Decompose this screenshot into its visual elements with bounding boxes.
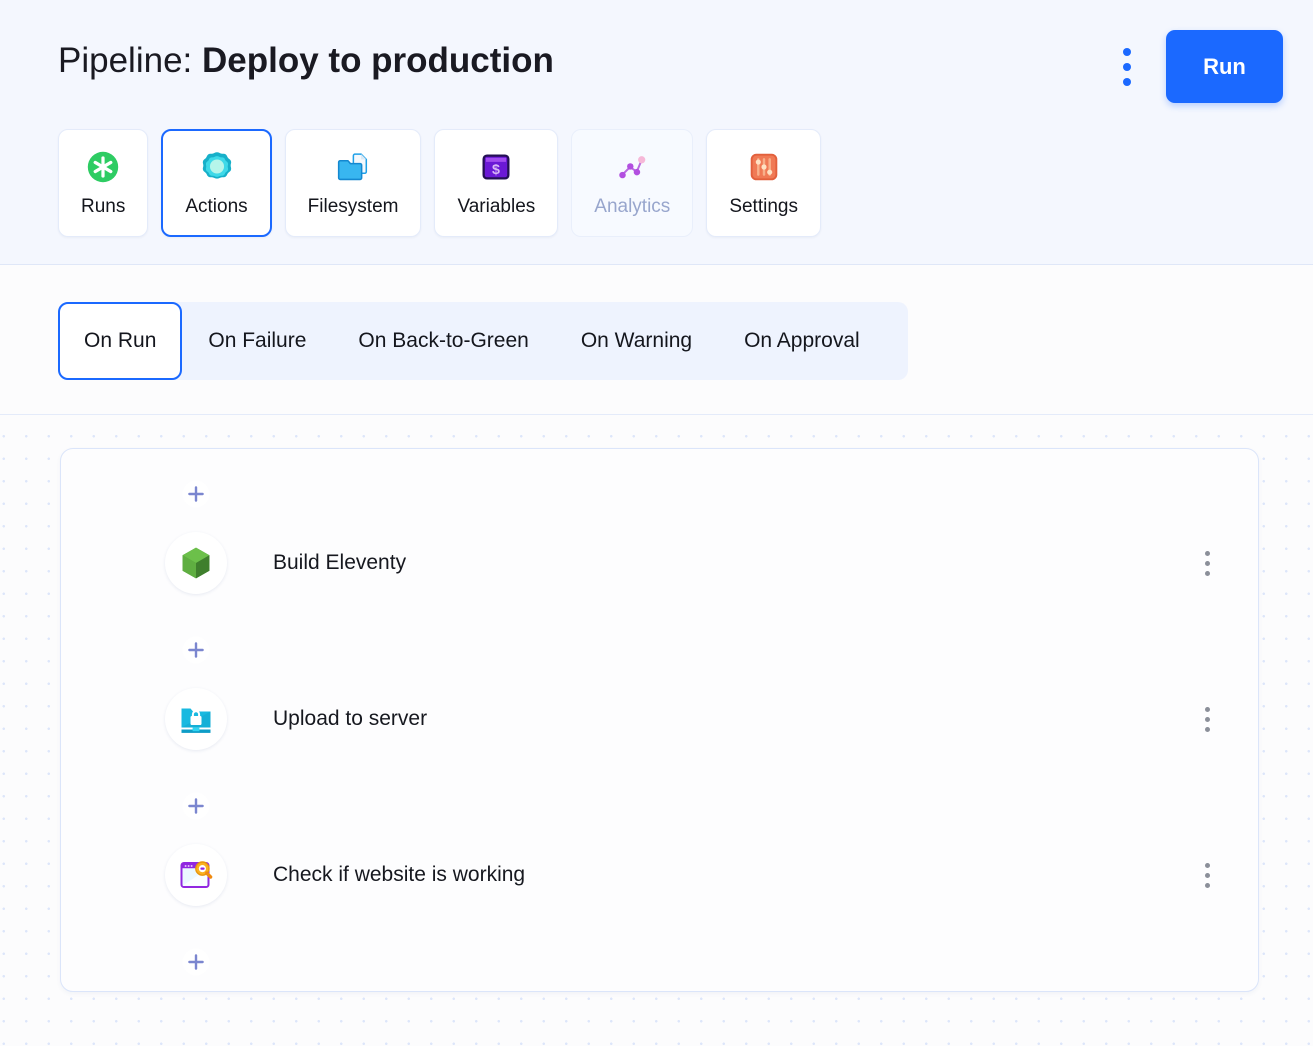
analytics-graph-icon [613,148,651,186]
add-action-button-2[interactable] [169,779,223,833]
action-row-upload-to-server[interactable]: Upload to server [61,676,1258,762]
tab-on-back-to-green[interactable]: On Back-to-Green [332,302,554,380]
nav-card-runs[interactable]: Runs [58,129,148,237]
kebab-dot [1205,571,1210,576]
kebab-dot [1205,727,1210,732]
nav-card-label: Settings [729,196,798,218]
sliders-icon [745,148,783,186]
kebab-dot [1123,48,1131,56]
kebab-dot [1205,717,1210,722]
add-action-button-top[interactable] [169,467,223,521]
action-node-gear [153,832,239,918]
website-check-magnifier-icon [176,855,216,895]
action-title: Check if website is working [273,863,525,887]
nav-card-variables[interactable]: $ Variables [434,129,558,237]
page-header: Pipeline: Deploy to production Run [0,0,1313,265]
folder-file-icon [334,148,372,186]
nodejs-hexagon-icon [176,543,216,583]
action-icon-disc [165,844,227,906]
kebab-dot [1123,63,1131,71]
action-icon-disc [165,532,227,594]
nav-card-label: Filesystem [308,196,399,218]
action-kebab-menu-icon[interactable] [1194,855,1220,895]
action-row-check-website[interactable]: Check if website is working [61,832,1258,918]
run-button[interactable]: Run [1166,30,1283,103]
kebab-dot [1123,78,1131,86]
page-title-name: Deploy to production [202,41,554,80]
title-row: Pipeline: Deploy to production Run [0,0,1313,118]
pipeline-canvas: Build Eleventy [0,415,1313,1046]
tab-on-failure[interactable]: On Failure [182,302,332,380]
tab-on-warning[interactable]: On Warning [555,302,718,380]
plus-gear-icon [169,623,223,677]
event-tabs: On Run On Failure On Back-to-Green On Wa… [58,302,908,380]
kebab-dot [1205,551,1210,556]
subtab-band: On Run On Failure On Back-to-Green On Wa… [0,265,1313,415]
svg-text:$: $ [492,162,500,178]
nav-card-actions[interactable]: Actions [161,129,271,237]
nav-card-label: Analytics [594,196,670,218]
kebab-dot [1205,561,1210,566]
nav-card-label: Runs [81,196,125,218]
gear-icon [198,148,236,186]
asterisk-circle-icon [84,148,122,186]
terminal-dollar-icon: $ [477,148,515,186]
kebab-dot [1205,707,1210,712]
tab-on-run[interactable]: On Run [58,302,182,380]
action-node-gear [153,520,239,606]
page-title: Pipeline: Deploy to production [58,40,554,82]
action-title: Upload to server [273,707,427,731]
action-row-build-eleventy[interactable]: Build Eleventy [61,520,1258,606]
tab-on-approval[interactable]: On Approval [718,302,886,380]
action-kebab-menu-icon[interactable] [1194,543,1220,583]
action-kebab-menu-icon[interactable] [1194,699,1220,739]
add-action-button-bottom[interactable] [169,935,223,989]
kebab-dot [1205,863,1210,868]
add-action-button-1[interactable] [169,623,223,677]
primary-nav: Runs Actions Filesystem [58,129,821,237]
action-icon-disc [165,688,227,750]
action-title: Build Eleventy [273,551,406,575]
nav-card-label: Variables [457,196,535,218]
plus-gear-icon [169,467,223,521]
plus-gear-icon [169,935,223,989]
nav-card-filesystem[interactable]: Filesystem [285,129,422,237]
pipeline-actions-card: Build Eleventy [60,448,1259,992]
kebab-dot [1205,873,1210,878]
sftp-folder-lock-icon [176,699,216,739]
page-title-prefix: Pipeline: [58,41,192,80]
nav-card-label: Actions [185,196,247,218]
kebab-dot [1205,883,1210,888]
nav-card-analytics: Analytics [571,129,693,237]
header-kebab-menu-icon[interactable] [1113,44,1141,90]
plus-gear-icon [169,779,223,833]
nav-card-settings[interactable]: Settings [706,129,821,237]
action-node-gear [153,676,239,762]
